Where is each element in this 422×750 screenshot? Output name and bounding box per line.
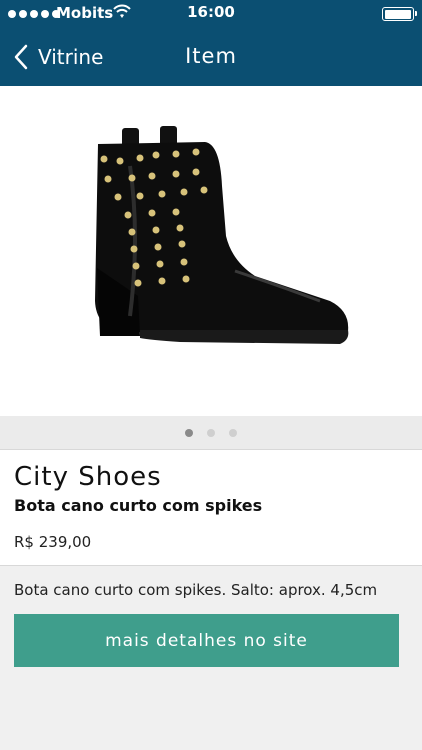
product-image-carousel[interactable] bbox=[0, 86, 422, 416]
battery-icon bbox=[382, 7, 417, 21]
boot-with-spikes-image bbox=[95, 126, 349, 344]
product-info-card: City Shoes Bota cano curto com spikes R$… bbox=[0, 449, 422, 566]
image-pager[interactable] bbox=[0, 416, 422, 449]
pager-dot-1[interactable] bbox=[185, 428, 193, 437]
pager-dot-3[interactable] bbox=[229, 428, 237, 437]
product-name: Bota cano curto com spikes bbox=[14, 496, 263, 515]
brand-name: City Shoes bbox=[14, 462, 162, 492]
more-details-button[interactable]: mais detalhes no site bbox=[14, 614, 399, 667]
status-bar: Mobits 16:00 bbox=[0, 0, 422, 28]
clock: 16:00 bbox=[187, 3, 235, 21]
product-description: Bota cano curto com spikes. Salto: aprox… bbox=[14, 581, 378, 599]
page-title: Item bbox=[185, 44, 237, 68]
product-price: R$ 239,00 bbox=[14, 533, 92, 551]
navigation-bar: Mobits 16:00 Vitrine Item bbox=[0, 0, 422, 86]
pager-dot-2[interactable] bbox=[207, 428, 215, 437]
